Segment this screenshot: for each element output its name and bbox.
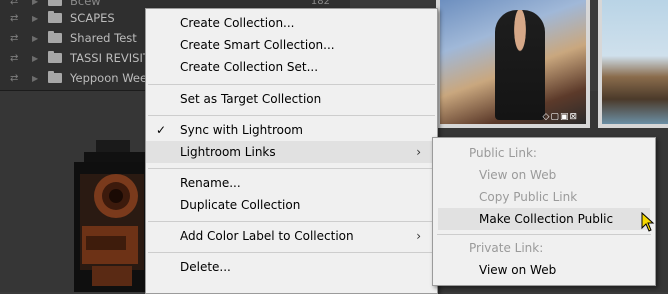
- submenu-item-label: Make Collection Public: [479, 212, 614, 226]
- collection-name: Bcew: [70, 0, 101, 8]
- menu-item-label: Create Collection...: [180, 16, 295, 30]
- menu-item-label: Sync with Lightroom: [180, 123, 303, 137]
- menu-item-create-smart-collection[interactable]: Create Smart Collection...: [146, 34, 437, 56]
- sync-icon[interactable]: ⇄: [10, 0, 24, 7]
- collection-name: TASSI REVISIT: [70, 51, 150, 65]
- submenu-header-label: Public Link:: [469, 146, 537, 160]
- menu-item-label: Delete...: [180, 260, 231, 274]
- menu-item-label: Lightroom Links: [180, 145, 276, 159]
- folder-icon: [48, 11, 62, 23]
- sync-icon[interactable]: ⇄: [10, 53, 24, 64]
- submenu-item-view-on-web-public: View on Web: [433, 164, 655, 186]
- camera-photo[interactable]: [74, 126, 154, 292]
- menu-item-label: Rename...: [180, 176, 241, 190]
- menu-item-lightroom-links[interactable]: Lightroom Links ›: [146, 141, 437, 163]
- lightroom-links-submenu: Public Link: View on Web Copy Public Lin…: [432, 137, 656, 286]
- sync-icon[interactable]: ⇄: [10, 33, 24, 44]
- sync-icon[interactable]: ⇄: [10, 73, 24, 84]
- menu-item-label: Create Collection Set...: [180, 60, 319, 74]
- submenu-item-copy-public-link: Copy Public Link: [433, 186, 655, 208]
- private-link-header: Private Link:: [433, 237, 655, 259]
- menu-item-delete[interactable]: Delete...: [146, 256, 437, 278]
- menu-item-label: Set as Target Collection: [180, 92, 322, 106]
- collection-name: SCAPES: [70, 11, 115, 25]
- submenu-item-make-collection-public[interactable]: Make Collection Public: [438, 208, 650, 230]
- expand-triangle-icon[interactable]: ▶: [32, 14, 42, 23]
- submenu-item-label: View on Web: [479, 263, 557, 277]
- submenu-item-label: Copy Public Link: [479, 190, 578, 204]
- checkmark-icon: ✓: [156, 123, 167, 137]
- folder-icon: [48, 51, 62, 63]
- submenu-header-label: Private Link:: [469, 241, 544, 255]
- menu-separator: [148, 221, 435, 222]
- context-menu: Create Collection... Create Smart Collec…: [145, 8, 438, 294]
- sync-icon[interactable]: ⇄: [10, 13, 24, 24]
- menu-item-sync-with-lightroom[interactable]: ✓ Sync with Lightroom: [146, 119, 437, 141]
- menu-item-label: Duplicate Collection: [180, 198, 301, 212]
- menu-item-set-target-collection[interactable]: Set as Target Collection: [146, 88, 437, 110]
- submenu-item-view-on-web-private[interactable]: View on Web: [433, 259, 655, 281]
- submenu-item-label: View on Web: [479, 168, 557, 182]
- folder-icon: [48, 31, 62, 43]
- collection-count: 182: [310, 0, 330, 7]
- menu-item-rename[interactable]: Rename...: [146, 172, 437, 194]
- menu-separator: [148, 115, 435, 116]
- menu-separator: [148, 84, 435, 85]
- expand-triangle-icon[interactable]: ▶: [32, 74, 42, 83]
- menu-item-label: Add Color Label to Collection: [180, 229, 354, 243]
- menu-item-duplicate-collection[interactable]: Duplicate Collection: [146, 194, 437, 216]
- thumbnail-badges-icon: ◇▢▣⊠: [542, 112, 578, 122]
- photo-thumbnail[interactable]: ◇▢▣⊠: [436, 0, 590, 128]
- collection-name: Yeppoon Wee: [70, 71, 148, 85]
- menu-item-add-color-label[interactable]: Add Color Label to Collection ›: [146, 225, 437, 247]
- mouse-cursor-icon: [641, 212, 655, 232]
- menu-separator: [148, 168, 435, 169]
- collection-name: Shared Test: [70, 31, 137, 45]
- expand-triangle-icon[interactable]: ▶: [32, 34, 42, 43]
- menu-separator: [148, 252, 435, 253]
- menu-item-label: Create Smart Collection...: [180, 38, 335, 52]
- folder-icon: [48, 71, 62, 83]
- chevron-right-icon: ›: [416, 145, 421, 159]
- submenu-separator: [437, 234, 651, 235]
- expand-triangle-icon[interactable]: ▶: [32, 54, 42, 63]
- expand-triangle-icon[interactable]: ▶: [32, 0, 42, 6]
- chevron-right-icon: ›: [416, 229, 421, 243]
- photo-thumbnail[interactable]: [598, 0, 668, 128]
- folder-icon: [48, 0, 62, 6]
- menu-item-create-collection-set[interactable]: Create Collection Set...: [146, 56, 437, 78]
- menu-item-create-collection[interactable]: Create Collection...: [146, 12, 437, 34]
- photo-subject: [495, 10, 545, 120]
- public-link-header: Public Link:: [433, 142, 655, 164]
